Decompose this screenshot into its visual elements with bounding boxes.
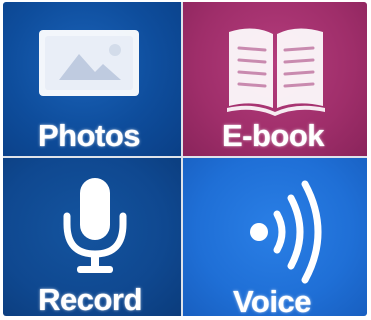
- record-tile[interactable]: Record: [3, 158, 181, 316]
- voice-label: Voice: [233, 284, 311, 316]
- device-screen: Photos E-book Record Voice: [3, 2, 367, 316]
- voice-tile[interactable]: Voice: [183, 158, 367, 316]
- record-label: Record: [38, 282, 142, 316]
- ebook-label: E-book: [221, 118, 325, 153]
- ebook-tile[interactable]: E-book: [183, 2, 367, 156]
- photos-label: Photos: [37, 118, 141, 153]
- photos-tile[interactable]: Photos: [3, 2, 181, 156]
